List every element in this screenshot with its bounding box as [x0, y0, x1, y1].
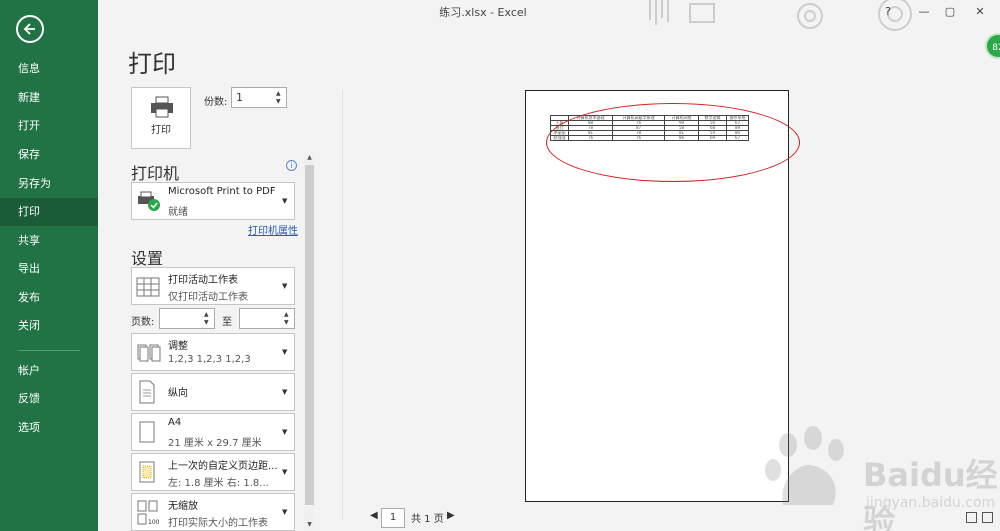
printer-status: 就绪	[168, 207, 188, 218]
minimize-button[interactable]: —	[914, 3, 934, 21]
chevron-down-icon: ▼	[282, 468, 288, 476]
sidebar-item-share[interactable]: 共享	[0, 227, 98, 255]
copies-label: 份数:	[204, 97, 228, 108]
spin-up-icon[interactable]: ▲	[276, 90, 284, 98]
orientation-title: 纵向	[168, 388, 188, 399]
chevron-down-icon: ▼	[282, 388, 288, 396]
scaling-desc: 打印实际大小的工作表	[168, 518, 268, 529]
paper-size-title: A4	[168, 417, 182, 428]
paper-size-dropdown[interactable]: A4 21 厘米 x 29.7 厘米 ▼	[131, 413, 295, 451]
margins-title: 上一次的自定义页边距...	[168, 461, 278, 472]
print-button[interactable]: 打印	[131, 87, 191, 149]
sidebar-item-close[interactable]: 关闭	[0, 312, 98, 340]
collate-dropdown[interactable]: 调整 1,2,3 1,2,3 1,2,3 ▼	[131, 333, 295, 371]
chevron-down-icon: ▼	[282, 348, 288, 356]
print-scope-title: 打印活动工作表	[168, 275, 238, 286]
margins-desc: 左: 1.8 厘米 右: 1.8...	[168, 478, 269, 489]
orientation-dropdown[interactable]: 纵向 ▼	[131, 373, 295, 411]
pages-label: 页数:	[131, 317, 155, 328]
page-count-label: 共 1 页	[411, 514, 444, 525]
copies-value: 1	[236, 91, 243, 104]
paw-logo-icon	[765, 426, 844, 505]
sidebar-item-save[interactable]: 保存	[0, 141, 98, 169]
watermark-text: Baidu经验	[863, 456, 998, 531]
sidebar-item-account[interactable]: 帐户	[0, 357, 98, 385]
printer-ready-icon	[138, 191, 160, 211]
worksheet-icon	[136, 277, 160, 297]
no-scaling-icon: 100	[137, 500, 160, 526]
close-button[interactable]: ✕	[970, 3, 990, 21]
spin-down-icon[interactable]: ▼	[204, 319, 212, 327]
annotation-ellipse	[546, 103, 800, 182]
sidebar-item-export[interactable]: 导出	[0, 255, 98, 283]
printer-heading: 打印机	[131, 164, 180, 183]
collate-title: 调整	[168, 341, 188, 352]
svg-text:100: 100	[148, 519, 160, 526]
settings-heading: 设置	[131, 249, 164, 268]
back-arrow-icon[interactable]	[16, 15, 44, 43]
sidebar-item-new[interactable]: 新建	[0, 84, 98, 112]
settings-scrollbar[interactable]: ▲ ▼	[304, 153, 315, 529]
spin-up-icon[interactable]: ▲	[284, 311, 292, 319]
print-backstage: 练习.xlsx - Excel ? — ▢ ✕ 82 打印 打印 份数: 1 ▲…	[98, 0, 1000, 531]
sidebar-item-options[interactable]: 选项	[0, 414, 98, 442]
portrait-page-icon	[139, 380, 155, 404]
pages-to-label: 至	[222, 317, 232, 328]
prev-page-button[interactable]: ◀	[370, 510, 378, 521]
backstage-sidebar: 信息 新建 打开 保存 另存为 打印 共享 导出 发布 关闭 帐户 反馈 选项	[0, 0, 98, 531]
sidebar-item-feedback[interactable]: 反馈	[0, 385, 98, 413]
chevron-down-icon: ▼	[282, 428, 288, 436]
baidu-watermark: Baidu经验 jingyan.baidu.com	[758, 420, 998, 531]
margins-dropdown[interactable]: 上一次的自定义页边距... 左: 1.8 厘米 右: 1.8... ▼	[131, 453, 295, 491]
sidebar-item-publish[interactable]: 发布	[0, 284, 98, 312]
paper-size-desc: 21 厘米 x 29.7 厘米	[168, 438, 262, 449]
spin-down-icon[interactable]: ▼	[284, 319, 292, 327]
sidebar-divider	[18, 350, 80, 351]
copies-input[interactable]: 1 ▲ ▼	[231, 87, 287, 108]
next-page-button[interactable]: ▶	[447, 510, 455, 521]
sidebar-item-print[interactable]: 打印	[0, 198, 98, 226]
printer-icon	[151, 96, 173, 118]
printer-dropdown[interactable]: Microsoft Print to PDF 就绪 ▼	[131, 182, 295, 220]
scaling-dropdown[interactable]: 100 无缩放 打印实际大小的工作表 ▼	[131, 493, 295, 531]
printer-properties-link[interactable]: 打印机属性	[248, 222, 298, 237]
panel-divider	[342, 90, 343, 520]
page-title: 打印	[128, 50, 176, 78]
printer-name: Microsoft Print to PDF	[168, 186, 276, 197]
scrollbar-thumb[interactable]	[305, 165, 314, 505]
watermark-url: jingyan.baidu.com	[866, 495, 996, 511]
pages-from-input[interactable]: ▲ ▼	[159, 308, 215, 329]
chevron-down-icon: ▼	[282, 508, 288, 516]
print-button-label: 打印	[151, 125, 171, 136]
help-button[interactable]: ?	[878, 3, 898, 21]
print-scope-desc: 仅打印活动工作表	[168, 292, 248, 303]
page-number-input[interactable]: 1	[381, 508, 405, 528]
maximize-button[interactable]: ▢	[940, 3, 960, 21]
paper-icon	[139, 421, 155, 443]
sidebar-item-info[interactable]: 信息	[0, 55, 98, 83]
spin-down-icon[interactable]: ▼	[276, 98, 284, 106]
window-title: 练习.xlsx - Excel	[439, 6, 527, 19]
user-avatar[interactable]: 82	[985, 33, 1000, 59]
title-bar: 练习.xlsx - Excel ? — ▢ ✕	[98, 0, 1000, 31]
collate-desc: 1,2,3 1,2,3 1,2,3	[168, 354, 251, 365]
spin-up-icon[interactable]: ▲	[204, 311, 212, 319]
scaling-title: 无缩放	[168, 501, 198, 512]
margins-icon	[139, 461, 155, 483]
print-scope-dropdown[interactable]: 打印活动工作表 仅打印活动工作表 ▼	[131, 267, 295, 305]
sidebar-item-open[interactable]: 打开	[0, 112, 98, 140]
sidebar-item-save-as[interactable]: 另存为	[0, 170, 98, 198]
scroll-up-icon[interactable]: ▲	[304, 154, 315, 161]
chevron-down-icon: ▼	[282, 282, 288, 290]
info-icon[interactable]: i	[286, 160, 297, 171]
collate-icon	[137, 344, 161, 362]
pages-to-input[interactable]: ▲ ▼	[239, 308, 295, 329]
scroll-down-icon[interactable]: ▼	[304, 521, 315, 528]
chevron-down-icon: ▼	[282, 197, 288, 205]
